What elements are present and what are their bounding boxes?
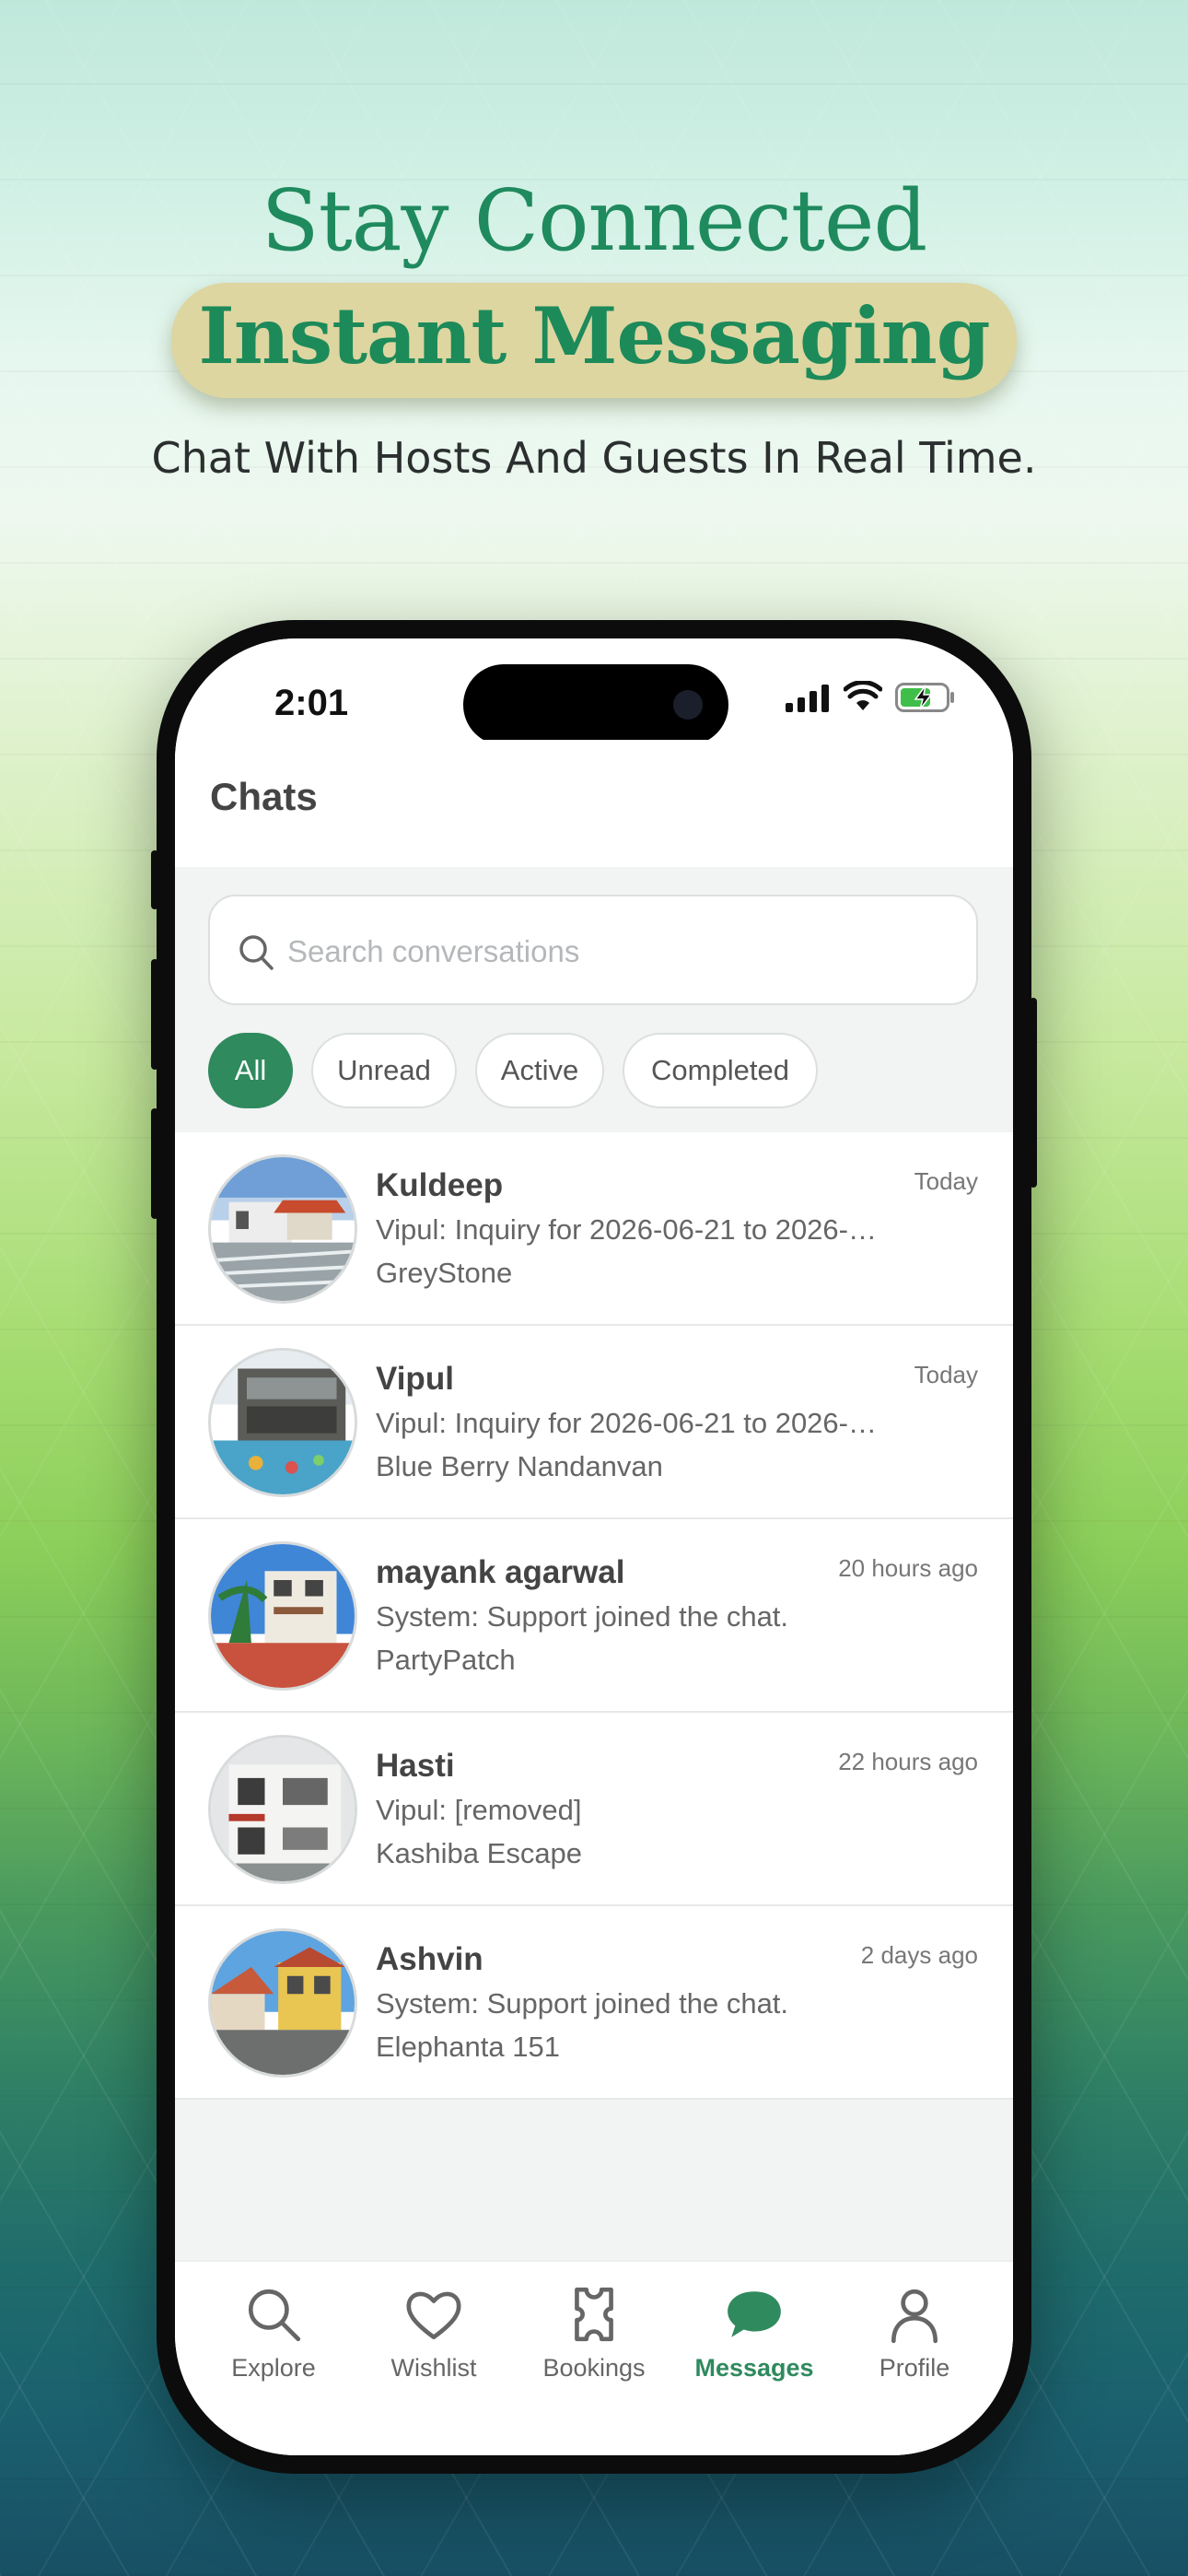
heart-icon bbox=[406, 2291, 461, 2340]
chat-property-name: PartyPatch bbox=[376, 1644, 516, 1676]
chat-row[interactable]: Ashvin System: Support joined the chat. … bbox=[175, 1906, 1013, 2100]
status-time: 2:01 bbox=[274, 683, 349, 723]
chat-row[interactable]: Vipul Vipul: Inquiry for 2026-06-21 to 2… bbox=[175, 1326, 1013, 1519]
page-title: Chats bbox=[210, 775, 318, 818]
chat-timestamp: Today bbox=[914, 1167, 978, 1195]
tab-messages[interactable]: Messages bbox=[674, 2284, 834, 2455]
filter-all-chip[interactable]: All bbox=[208, 1033, 293, 1108]
promo-highlight-text: Instant Messaging bbox=[198, 290, 991, 381]
camera-icon bbox=[673, 690, 703, 720]
chat-row[interactable]: Kuldeep Vipul: Inquiry for 2026-06-21 to… bbox=[175, 1132, 1013, 1326]
property-avatar bbox=[208, 1154, 357, 1304]
chat-last-message: System: Support joined the chat. bbox=[376, 1987, 789, 2020]
chat-contact-name: Kuldeep bbox=[376, 1167, 504, 1203]
chat-timestamp: Today bbox=[914, 1361, 978, 1388]
chat-contact-name: Ashvin bbox=[376, 1941, 483, 1977]
tab-profile[interactable]: Profile bbox=[834, 2284, 995, 2455]
filter-completed-chip[interactable]: Completed bbox=[623, 1033, 818, 1108]
phone-frame: 2:01 Chats Search conversations All Unre… bbox=[151, 620, 1037, 2474]
search-input[interactable] bbox=[287, 924, 932, 979]
tab-label: Messages bbox=[694, 2354, 814, 2382]
chat-last-message: Vipul: [removed] bbox=[376, 1794, 582, 1826]
chat-property-name: Elephanta 151 bbox=[376, 2031, 560, 2063]
chat-row[interactable]: Hasti Vipul: [removed] Kashiba Escape 22… bbox=[175, 1713, 1013, 1906]
tab-wishlist[interactable]: Wishlist bbox=[354, 2284, 514, 2455]
chat-contact-name: Vipul bbox=[376, 1361, 454, 1397]
ticket-icon bbox=[575, 2287, 613, 2342]
search-icon bbox=[239, 935, 274, 970]
filter-unread-chip[interactable]: Unread bbox=[311, 1033, 457, 1108]
promo-subtitle: Chat With Hosts And Guests In Real Time. bbox=[151, 433, 1037, 483]
chat-property-name: Blue Berry Nandanvan bbox=[376, 1450, 663, 1482]
chat-last-message: System: Support joined the chat. bbox=[376, 1600, 789, 1633]
screen-header: Chats bbox=[175, 740, 1013, 867]
tab-label: Bookings bbox=[542, 2354, 646, 2382]
battery-charging-icon bbox=[895, 683, 954, 712]
signal-icon bbox=[786, 685, 829, 712]
bottom-tab-bar: Explore Wishlist Bookings Messages Profi… bbox=[175, 2260, 1013, 2455]
chat-timestamp: 22 hours ago bbox=[838, 1748, 978, 1775]
phone-power-button bbox=[1030, 998, 1037, 1188]
tab-label: Profile bbox=[879, 2354, 950, 2382]
chat-last-message: Vipul: Inquiry for 2026-06-21 to 2026-06… bbox=[376, 1407, 891, 1439]
property-avatar bbox=[208, 1348, 357, 1497]
chat-contact-name: mayank agarwal bbox=[376, 1554, 625, 1590]
promo-title: Stay Connected bbox=[261, 171, 928, 270]
phone-silent-switch bbox=[151, 850, 158, 909]
search-icon bbox=[248, 2289, 301, 2342]
filter-chips: All Unread Active Completed bbox=[208, 1033, 818, 1108]
chat-property-name: GreyStone bbox=[376, 1257, 513, 1289]
tab-bookings[interactable]: Bookings bbox=[514, 2284, 674, 2455]
phone-volume-up-button bbox=[151, 959, 158, 1070]
chat-contact-name: Hasti bbox=[376, 1748, 455, 1784]
wifi-icon bbox=[844, 681, 882, 710]
chat-list: Kuldeep Vipul: Inquiry for 2026-06-21 to… bbox=[175, 1132, 1013, 2100]
chat-property-name: Kashiba Escape bbox=[376, 1837, 583, 1869]
tab-label: Explore bbox=[231, 2354, 316, 2382]
property-avatar bbox=[208, 1541, 357, 1691]
search-bar[interactable] bbox=[208, 895, 978, 1005]
tab-label: Wishlist bbox=[390, 2354, 477, 2382]
phone-volume-down-button bbox=[151, 1108, 158, 1219]
tab-explore[interactable]: Explore bbox=[193, 2284, 354, 2455]
filter-active-chip[interactable]: Active bbox=[475, 1033, 604, 1108]
chat-bubble-icon bbox=[728, 2291, 781, 2337]
property-avatar bbox=[208, 1928, 357, 2078]
status-bar: 2:01 bbox=[175, 638, 1013, 745]
app-screen: 2:01 Chats Search conversations All Unre… bbox=[175, 638, 1013, 2455]
chat-row[interactable]: mayank agarwal System: Support joined th… bbox=[175, 1519, 1013, 1713]
dynamic-island bbox=[463, 664, 728, 745]
promo-header: Stay Connected Instant Messaging Chat Wi… bbox=[0, 170, 1188, 483]
chat-timestamp: 2 days ago bbox=[860, 1941, 978, 1969]
chat-last-message: Vipul: Inquiry for 2026-06-21 to 2026-06… bbox=[376, 1213, 891, 1246]
chat-timestamp: 20 hours ago bbox=[838, 1554, 978, 1582]
property-avatar bbox=[208, 1735, 357, 1884]
promo-highlight-pill: Instant Messaging bbox=[170, 283, 1018, 398]
person-icon bbox=[891, 2289, 938, 2344]
